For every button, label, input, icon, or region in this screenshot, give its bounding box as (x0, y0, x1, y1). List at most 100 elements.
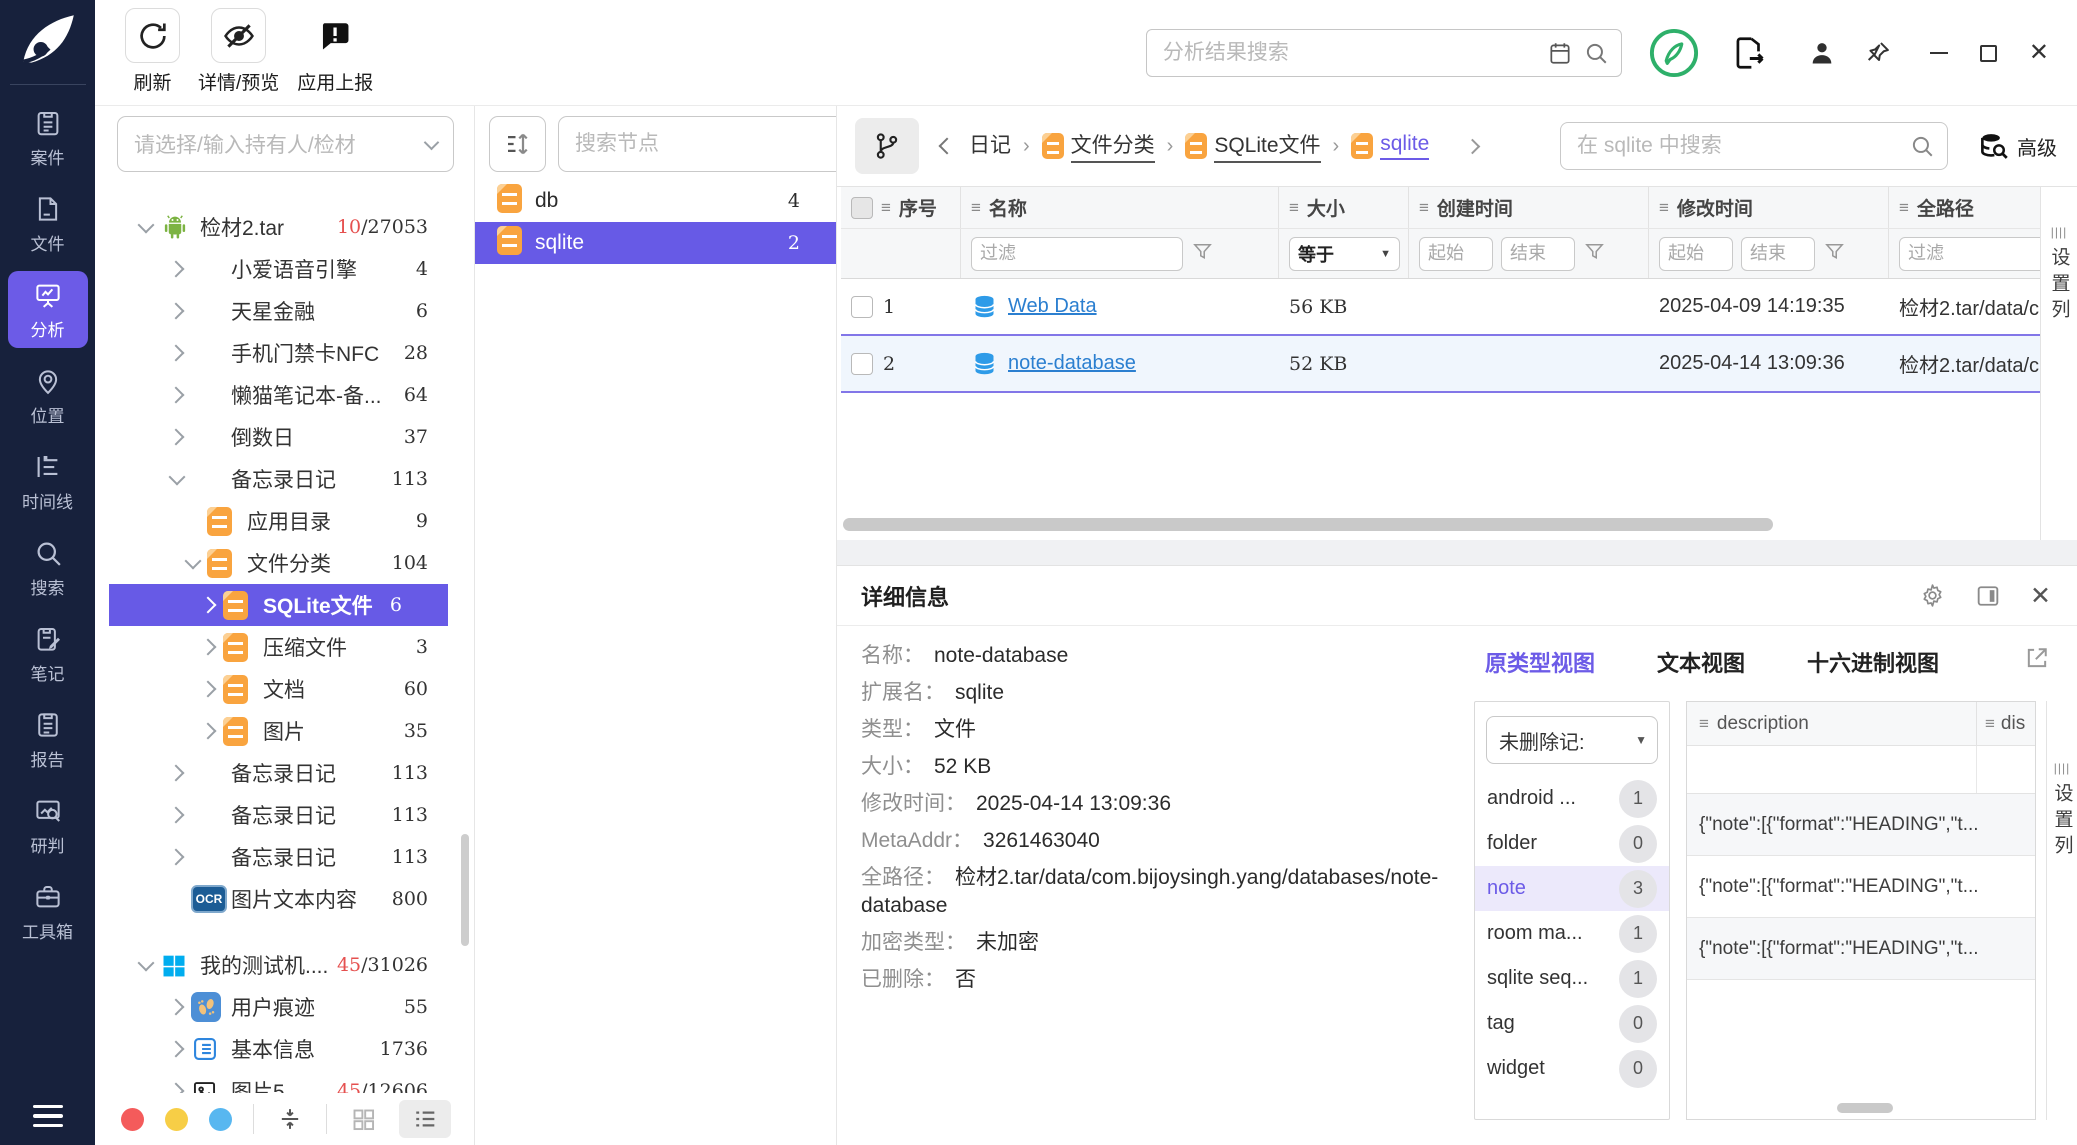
db-table-item[interactable]: note 3 (1475, 866, 1669, 911)
minimize-button[interactable] (1930, 52, 1948, 55)
expander-icon[interactable] (163, 465, 191, 493)
sidebar-item[interactable]: 工具箱 (8, 873, 88, 950)
maximize-button[interactable] (1980, 45, 1997, 62)
breadcrumb-item[interactable]: sqlite › (1351, 132, 1429, 160)
sidebar-item[interactable]: 文件 (8, 185, 88, 262)
tree-item[interactable]: 倒数日 37 (95, 416, 474, 458)
node-search-input[interactable] (575, 132, 837, 156)
size-operator-select[interactable]: 等于▼ (1289, 237, 1400, 271)
sidebar-item[interactable]: 笔记 (8, 615, 88, 692)
expander-icon[interactable] (163, 843, 191, 871)
yellow-dot-filter[interactable] (165, 1108, 188, 1131)
advanced-search-button[interactable]: 高级 (1978, 131, 2057, 161)
expander-icon[interactable] (132, 951, 160, 979)
record-row[interactable]: {"note":[{"format":"HEADING","t... (1687, 794, 2035, 856)
close-icon[interactable]: ✕ (2030, 581, 2051, 611)
node-item[interactable]: db 4 (475, 180, 836, 222)
tree-item[interactable]: 图片 35 (95, 710, 474, 752)
expander-icon[interactable] (132, 213, 160, 241)
expander-icon[interactable] (163, 297, 191, 325)
expander-icon[interactable] (163, 339, 191, 367)
status-badge-icon[interactable] (1648, 27, 1700, 79)
modified-end-input[interactable] (1741, 237, 1815, 271)
tree-view-toggle-button[interactable] (855, 118, 919, 174)
db-table-item[interactable]: tag 0 (1475, 1001, 1669, 1046)
column-settings-strip[interactable]: |||| 设置列 (2040, 187, 2077, 540)
toolbar-action-button[interactable]: 刷新 (125, 8, 180, 95)
tree-item[interactable]: 备忘录日记 113 (95, 752, 474, 794)
tree-item[interactable]: 用户痕迹 55 (95, 986, 474, 1028)
open-external-icon[interactable] (2023, 644, 2051, 672)
breadcrumb-item[interactable]: 文件分类 › (1042, 129, 1186, 163)
tree-item[interactable]: SQLite文件 6 (109, 584, 448, 626)
tree-item[interactable]: 备忘录日记 113 (95, 794, 474, 836)
expander-icon[interactable] (195, 717, 223, 745)
tree-item[interactable]: 检材2.tar 10/27053 (95, 206, 474, 248)
db-table-item[interactable]: android ... 1 (1475, 776, 1669, 821)
funnel-icon[interactable] (1823, 240, 1846, 268)
pin-icon[interactable] (1864, 39, 1892, 67)
sidebar-item[interactable]: 时间线 (8, 443, 88, 520)
column-settings-strip[interactable]: |||| 设置列 (2046, 701, 2077, 1120)
tree-item[interactable]: 手机门禁卡NFC 28 (95, 332, 474, 374)
select-all-checkbox[interactable] (851, 197, 873, 219)
db-table-item[interactable]: widget 0 (1475, 1046, 1669, 1091)
sort-nodes-button[interactable] (489, 116, 546, 172)
name-filter-input[interactable] (971, 237, 1183, 271)
global-search-input[interactable] (1163, 41, 1547, 65)
tree-item[interactable]: 应用目录 9 (95, 500, 474, 542)
expander-icon[interactable] (163, 801, 191, 829)
db-table-item[interactable]: room ma... 1 (1475, 911, 1669, 956)
search-icon[interactable] (1583, 40, 1609, 66)
tree-item[interactable]: 文档 60 (95, 668, 474, 710)
detail-view-tab[interactable]: 原类型视图 (1485, 646, 1595, 678)
sidebar-item[interactable]: 报告 (8, 701, 88, 778)
breadcrumb-item[interactable]: 日记 › (969, 129, 1042, 163)
grid-view-icon[interactable] (348, 1104, 378, 1134)
expander-icon[interactable] (195, 633, 223, 661)
table-row[interactable]: 2 note-database 52 KB 2025-04-14 13:09:3… (841, 336, 2040, 393)
toolbar-action-button[interactable]: 详情/预览 (198, 8, 279, 95)
expander-icon[interactable] (163, 993, 191, 1021)
modified-start-input[interactable] (1659, 237, 1733, 271)
db-table-item[interactable]: folder 0 (1475, 821, 1669, 866)
expander-icon[interactable] (163, 759, 191, 787)
file-link[interactable]: Web Data (1008, 295, 1097, 318)
node-item[interactable]: sqlite 2 (475, 222, 836, 264)
expander-icon[interactable] (179, 507, 207, 535)
user-icon[interactable] (1808, 39, 1836, 67)
horizontal-scrollbar[interactable] (1837, 1103, 1893, 1113)
calendar-icon[interactable] (1547, 40, 1573, 66)
list-view-icon[interactable] (399, 1100, 451, 1138)
split-panel-icon[interactable] (1974, 582, 2002, 610)
table-row[interactable]: 1 Web Data 56 KB 2025-04-09 14:19:35 检材2… (841, 279, 2040, 336)
tree-item[interactable]: 小爱语音引擎 4 (95, 248, 474, 290)
expander-icon[interactable] (163, 381, 191, 409)
blue-dot-filter[interactable] (209, 1108, 232, 1131)
owner-select[interactable]: 请选择/输入持有人/检材 (117, 116, 454, 172)
funnel-icon[interactable] (1583, 240, 1606, 268)
expander-icon[interactable] (163, 1035, 191, 1063)
detail-view-tab[interactable]: 文本视图 (1657, 646, 1745, 678)
collapse-all-icon[interactable] (275, 1104, 305, 1134)
toolbar-action-button[interactable]: 应用上报 (297, 8, 373, 95)
expander-icon[interactable] (179, 549, 207, 577)
detail-view-tab[interactable]: 十六进制视图 (1807, 646, 1939, 678)
horizontal-scrollbar[interactable] (843, 518, 1773, 531)
record-filter-select[interactable]: 未删除记: ▼ (1486, 716, 1658, 764)
tree-item[interactable]: 文件分类 104 (95, 542, 474, 584)
sidebar-item[interactable]: 研判 (8, 787, 88, 864)
sidebar-item[interactable]: 位置 (8, 357, 88, 434)
record-row[interactable]: {"note":[{"format":"HEADING","t... (1687, 856, 2035, 918)
tree-item[interactable]: 备忘录日记 113 (95, 836, 474, 878)
red-dot-filter[interactable] (121, 1108, 144, 1131)
row-checkbox[interactable] (851, 296, 873, 318)
expander-icon[interactable] (195, 591, 223, 619)
row-checkbox[interactable] (851, 353, 873, 375)
file-link[interactable]: note-database (1008, 352, 1136, 375)
search-icon[interactable] (1909, 133, 1935, 159)
breadcrumb-back-icon[interactable] (939, 138, 956, 155)
sidebar-item[interactable]: 分析 (8, 271, 88, 348)
expander-icon[interactable] (163, 885, 191, 913)
expander-icon[interactable] (163, 423, 191, 451)
